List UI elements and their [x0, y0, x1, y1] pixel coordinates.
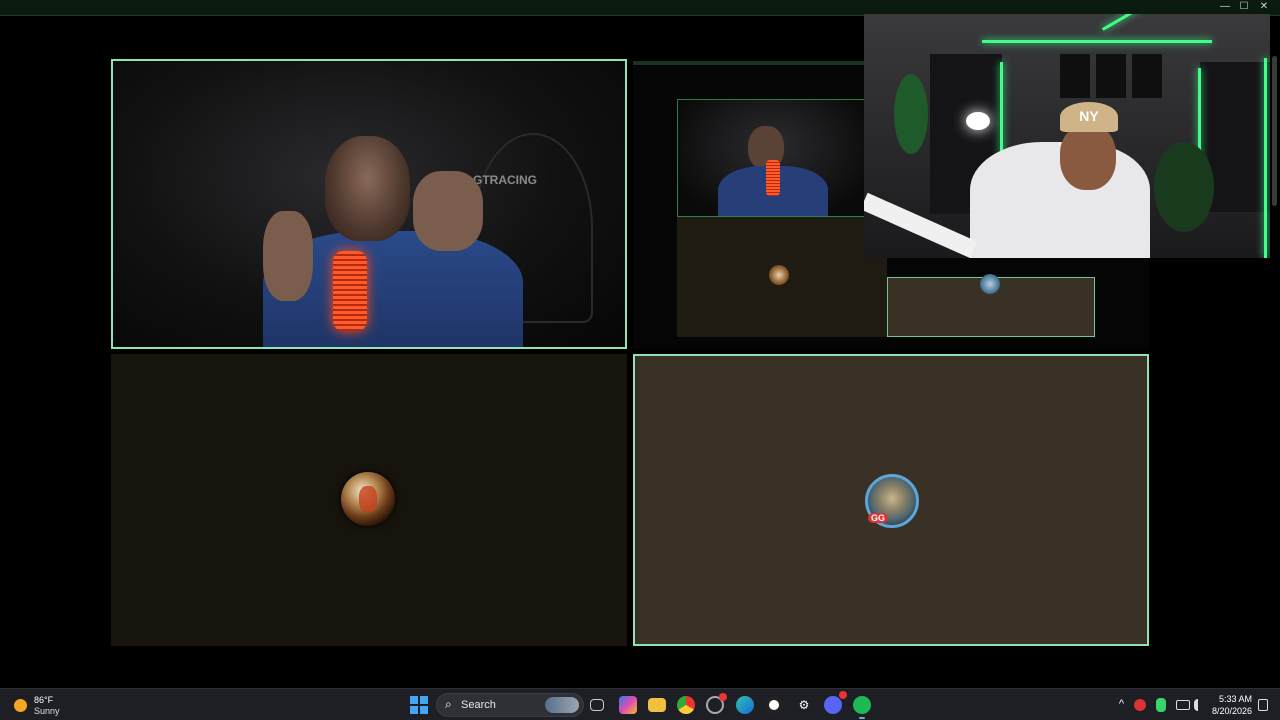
- participant-tile-avatar-2[interactable]: GG: [633, 354, 1149, 646]
- search-icon: ⌕: [445, 697, 452, 711]
- notification-badge-icon: [719, 693, 727, 701]
- clock-time[interactable]: 5:33 AM: [1206, 694, 1252, 704]
- notification-bell-icon[interactable]: [1258, 699, 1268, 711]
- shared-microphone: [766, 160, 780, 196]
- network-icon[interactable]: [1176, 700, 1190, 710]
- sun-icon: [14, 699, 27, 712]
- plant-decor: [894, 74, 928, 154]
- windows-logo-icon: [420, 706, 428, 714]
- obs-icon[interactable]: [765, 696, 783, 714]
- microphone-icon[interactable]: [1156, 698, 1166, 712]
- shared-avatar-icon: [769, 265, 789, 285]
- wall-frame: [1132, 54, 1162, 98]
- file-explorer-icon[interactable]: [648, 698, 666, 712]
- wall-frame: [1096, 54, 1126, 98]
- edge-icon[interactable]: [736, 696, 754, 714]
- active-app-indicator: [859, 717, 865, 719]
- taskbar: 86°F Sunny ⌕ Search ⚙ ^ 5:33 AM 8/20/202…: [0, 688, 1280, 720]
- tray-overflow-chevron-icon[interactable]: ^: [1112, 698, 1124, 710]
- shared-participant-tile-active: [887, 274, 1095, 337]
- maximize-button[interactable]: ☐: [1234, 1, 1254, 12]
- windows-logo-icon: [420, 696, 428, 704]
- windows-logo-icon: [410, 696, 418, 704]
- participant-hand-left: [263, 211, 313, 301]
- neon-light-strip: [1264, 58, 1267, 258]
- participant-head: [325, 136, 410, 241]
- wall-frame: [1060, 54, 1090, 98]
- spotify-icon[interactable]: [853, 696, 871, 714]
- weather-condition: Sunny: [34, 706, 60, 716]
- shared-webcam-preview: [677, 99, 867, 217]
- participant-tile-webcam[interactable]: GTRACING: [111, 59, 627, 349]
- scrollbar[interactable]: [1272, 56, 1277, 206]
- streamer-facecam-overlay: NY: [864, 14, 1270, 258]
- windows-logo-icon: [410, 706, 418, 714]
- participant-hand-right: [413, 171, 483, 251]
- clock-date[interactable]: 8/20/2026: [1206, 706, 1252, 716]
- taskbar-search[interactable]: ⌕ Search: [436, 693, 584, 717]
- plant-decor: [1154, 142, 1214, 232]
- weather-temp: 86°F: [34, 695, 54, 705]
- search-highlight-image: [545, 697, 579, 713]
- notification-badge-icon: [839, 691, 847, 699]
- copilot-icon[interactable]: [619, 696, 637, 714]
- settings-icon[interactable]: ⚙: [795, 696, 813, 714]
- start-button[interactable]: [410, 696, 428, 714]
- participant-avatar-icon: [341, 472, 395, 526]
- participant-avatar-icon: GG: [865, 474, 919, 528]
- shared-avatar-icon-2: [980, 274, 1000, 294]
- avatar-badge: GG: [868, 513, 889, 523]
- microphone: [333, 251, 367, 331]
- cap-logo: NY: [1060, 102, 1118, 132]
- discord-icon[interactable]: [824, 691, 847, 714]
- volume-icon[interactable]: [1194, 699, 1206, 711]
- close-button[interactable]: ✕: [1254, 1, 1274, 12]
- streamer-head: [1060, 124, 1116, 190]
- participant-tile-avatar-1[interactable]: [111, 354, 627, 646]
- chair-brand-text: GTRACING: [473, 173, 537, 187]
- chrome-icon[interactable]: [677, 696, 695, 714]
- shared-participant-tile: [677, 217, 887, 337]
- app-icon[interactable]: [706, 693, 727, 714]
- minimize-button[interactable]: —: [1215, 1, 1235, 12]
- neon-light-strip: [982, 40, 1212, 43]
- task-view-icon[interactable]: [590, 699, 604, 711]
- search-label: Search: [461, 699, 496, 711]
- weather-widget[interactable]: 86°F Sunny: [12, 694, 92, 718]
- record-icon[interactable]: [1134, 699, 1146, 711]
- neon-light-strip: [1101, 14, 1139, 31]
- desk-lamp: [966, 112, 990, 130]
